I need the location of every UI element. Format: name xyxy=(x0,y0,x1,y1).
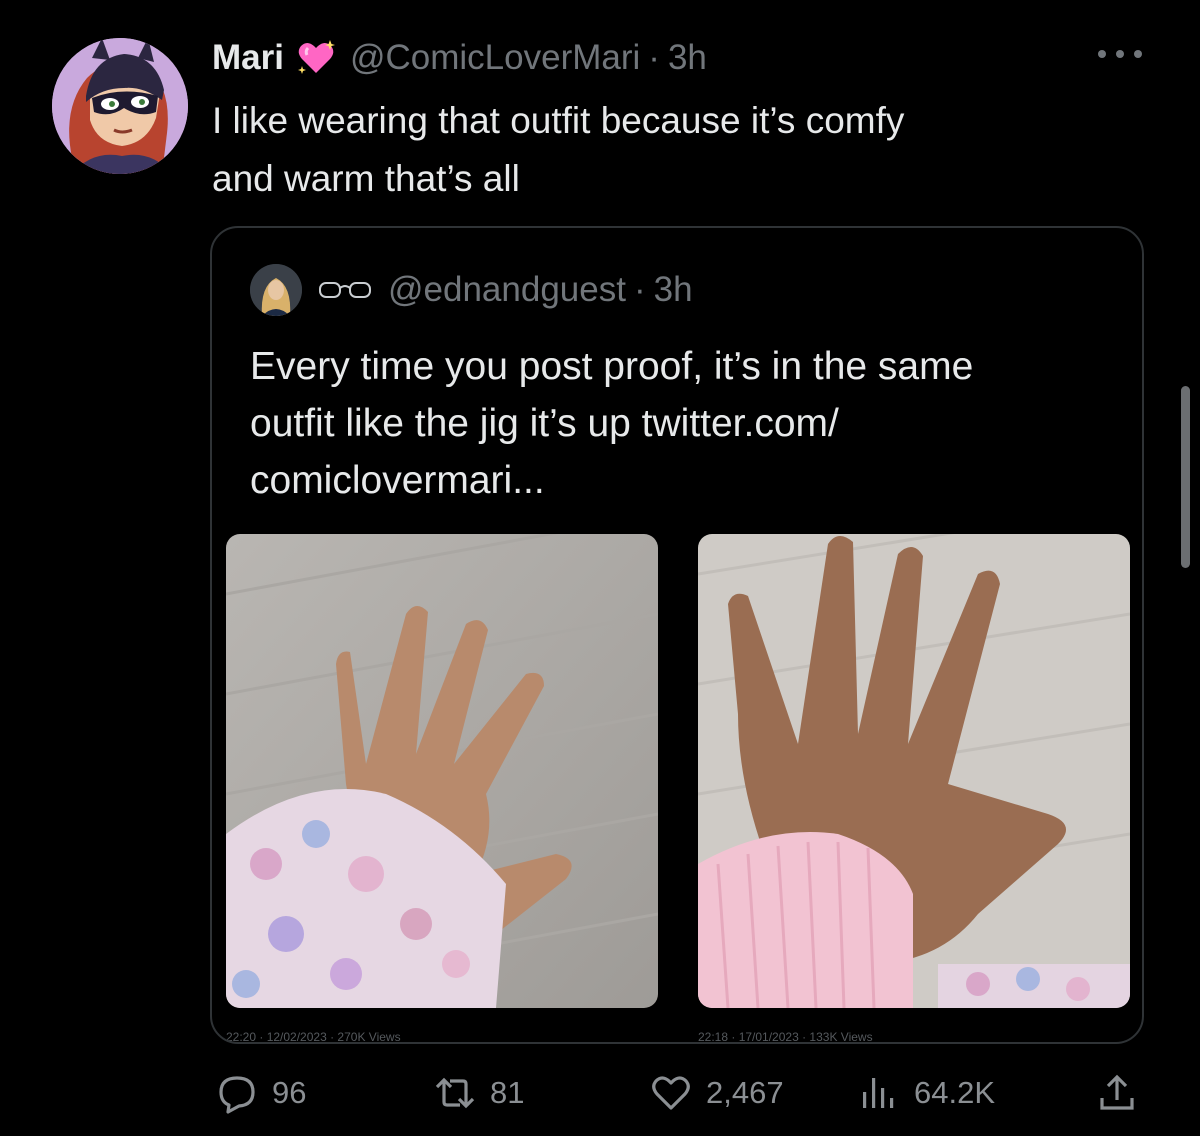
reply-icon xyxy=(219,1076,255,1114)
tweet-actions-bar: 96 81 2,467 64.2K xyxy=(0,1066,1200,1120)
view-count: 64.2K xyxy=(914,1075,996,1110)
quoted-tweet-time[interactable]: 3h xyxy=(654,270,693,310)
share-button[interactable] xyxy=(1096,1066,1138,1120)
scrollbar[interactable] xyxy=(1181,386,1190,568)
reply-count: 96 xyxy=(272,1075,307,1110)
like-button[interactable]: 2,467 xyxy=(650,1066,784,1120)
retweet-button[interactable]: 81 xyxy=(434,1066,524,1120)
more-options-icon[interactable] xyxy=(1098,42,1142,66)
retweet-count: 81 xyxy=(490,1075,525,1110)
comic-character-avatar-image xyxy=(52,38,188,174)
share-icon xyxy=(1100,1074,1134,1110)
analytics-bar-icon xyxy=(863,1078,894,1108)
quoted-tweet-card[interactable]: @ednandguest · 3h Every time you post pr… xyxy=(210,226,1144,1044)
sparkling-heart-icon xyxy=(297,40,335,74)
like-count: 2,467 xyxy=(706,1075,784,1110)
retweet-icon xyxy=(435,1077,475,1109)
separator-dot: · xyxy=(648,38,660,77)
hand-photo-2[interactable] xyxy=(698,534,1130,1008)
views-button[interactable]: 64.2K xyxy=(858,1066,995,1120)
photo-caption-2: 22:18 · 17/01/2023 · 133K Views xyxy=(698,1030,873,1044)
quoted-tweet-text: Every time you post proof, it’s in the s… xyxy=(250,345,974,502)
quoted-tweet-header: @ednandguest · 3h xyxy=(250,264,693,316)
hand-photo-image xyxy=(698,534,1130,1008)
quoted-avatar-image xyxy=(250,264,302,316)
hand-photo-image xyxy=(226,534,658,1008)
heart-icon xyxy=(652,1076,690,1110)
hand-photo-1[interactable] xyxy=(226,534,658,1008)
tweet-text: I like wearing that outfit because it’s … xyxy=(212,100,905,199)
quoted-author-handle[interactable]: @ednandguest xyxy=(388,270,626,310)
glasses-emoji-icon xyxy=(319,282,371,298)
reply-button[interactable]: 96 xyxy=(216,1066,306,1120)
tweet-time[interactable]: 3h xyxy=(668,38,707,78)
photo-caption-1: 22:20 · 12/02/2023 · 270K Views xyxy=(226,1030,401,1044)
author-display-name[interactable]: Mari xyxy=(212,38,284,78)
author-handle[interactable]: @ComicLoverMari xyxy=(350,38,640,78)
separator-dot: · xyxy=(633,270,646,309)
quoted-author-avatar[interactable] xyxy=(250,264,302,316)
tweet-header: Mari @ComicLoverMari · 3h xyxy=(212,34,707,82)
author-avatar[interactable] xyxy=(52,38,188,174)
